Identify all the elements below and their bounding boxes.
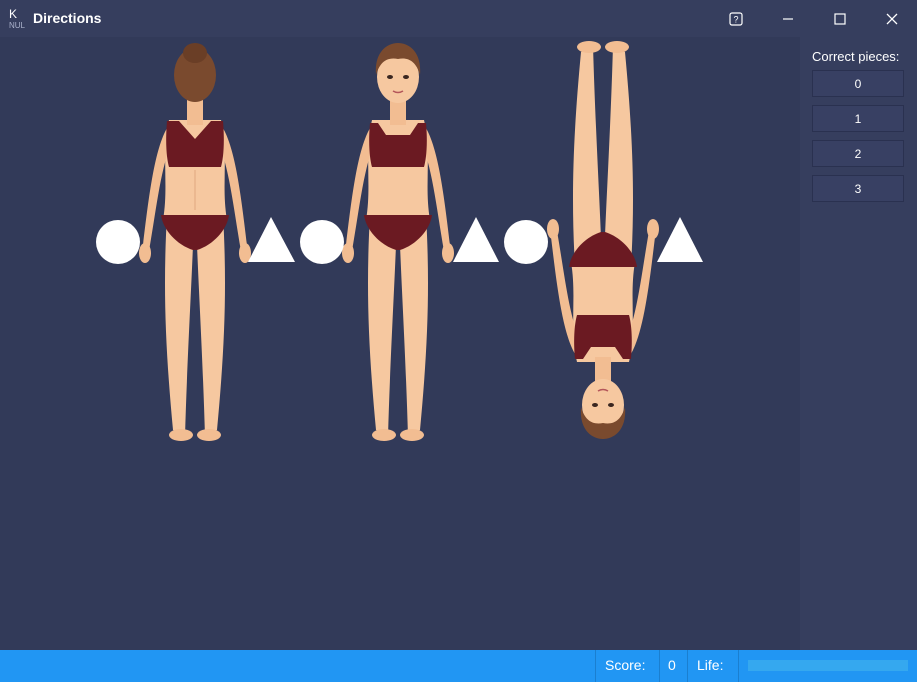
app-logo-icon: K NUL xyxy=(9,7,26,29)
life-bar xyxy=(748,660,908,671)
title-bar: K NUL Directions ? xyxy=(0,0,917,37)
svg-text:NUL: NUL xyxy=(9,21,26,29)
help-button[interactable]: ? xyxy=(716,0,756,37)
close-button[interactable] xyxy=(872,0,912,37)
piece-button-3[interactable]: 3 xyxy=(812,175,904,202)
maximize-button[interactable] xyxy=(820,0,860,37)
status-separator xyxy=(687,650,688,682)
circle-piece[interactable] xyxy=(96,220,140,264)
piece-button-2[interactable]: 2 xyxy=(812,140,904,167)
close-icon xyxy=(886,13,898,24)
life-label: Life: xyxy=(697,657,724,673)
svg-text:K: K xyxy=(9,7,17,21)
score-label: Score: xyxy=(605,657,646,673)
figure-front-view xyxy=(341,42,455,442)
svg-text:?: ? xyxy=(733,14,738,24)
window-title: Directions xyxy=(33,10,102,26)
status-separator xyxy=(738,650,739,682)
triangle-piece[interactable] xyxy=(248,217,295,262)
triangle-piece[interactable] xyxy=(453,217,499,262)
sidebar-panel: Correct pieces: 0 1 2 3 xyxy=(800,37,917,650)
help-icon: ? xyxy=(729,11,743,26)
game-stage xyxy=(0,37,800,650)
figure-upside-down-view xyxy=(546,40,660,440)
figure-back-view xyxy=(138,42,252,442)
piece-button-0[interactable]: 0 xyxy=(812,70,904,97)
piece-button-1[interactable]: 1 xyxy=(812,105,904,132)
correct-pieces-label: Correct pieces: xyxy=(812,49,900,64)
circle-piece[interactable] xyxy=(300,220,344,264)
status-bar: Score: 0 Life: xyxy=(0,650,917,682)
status-separator xyxy=(659,650,660,682)
life-bar-fill xyxy=(748,660,908,671)
minimize-button[interactable] xyxy=(768,0,808,37)
minimize-icon xyxy=(783,17,793,20)
status-separator xyxy=(595,650,596,682)
maximize-icon xyxy=(834,12,846,25)
stage-canvas xyxy=(96,40,703,442)
triangle-piece[interactable] xyxy=(657,217,703,262)
circle-piece[interactable] xyxy=(504,220,548,264)
score-value: 0 xyxy=(668,657,676,673)
